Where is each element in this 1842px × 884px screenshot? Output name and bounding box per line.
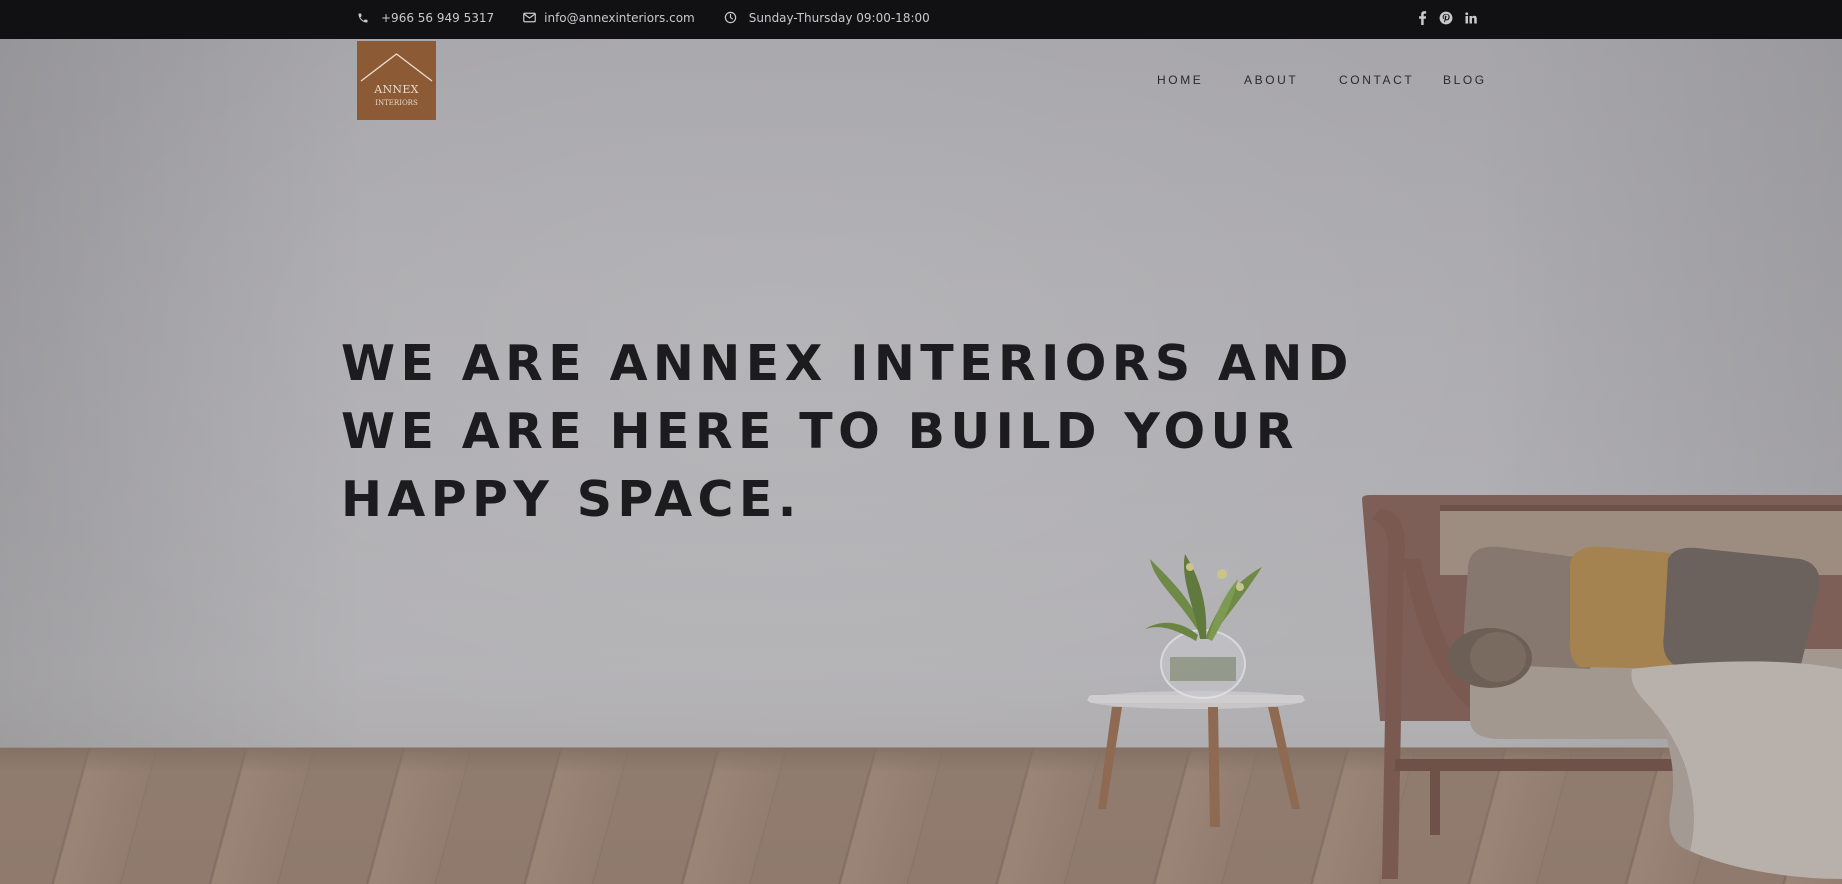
annex-interiors-logo[interactable]: ANNEX INTERIORS (357, 41, 436, 120)
business-hours: Sunday-Thursday 09:00-18:00 (724, 11, 930, 25)
phone-number: +966 56 949 5317 (381, 10, 495, 25)
pinterest-icon (1439, 11, 1453, 24)
logo-line-1: ANNEX (374, 83, 419, 96)
nav-contact[interactable]: CONTACT (1339, 73, 1414, 87)
top-bar: +966 56 949 5317 info@annexinteriors.com… (0, 0, 1842, 39)
rattan-sofa (1362, 495, 1842, 879)
headline-line-3: HAPPY SPACE. (341, 471, 802, 528)
hero-headline: WE ARE ANNEX INTERIORS AND WE ARE HERE T… (341, 330, 1441, 534)
nav-about[interactable]: ABOUT (1244, 73, 1298, 87)
clock-icon (724, 11, 736, 24)
linkedin-icon (1465, 11, 1477, 23)
hours-text: Sunday-Thursday 09:00-18:00 (748, 10, 930, 25)
plant-vase (1145, 554, 1262, 699)
pinterest-link[interactable] (1439, 11, 1453, 25)
social-links (1418, 0, 1489, 35)
linkedin-link[interactable] (1465, 11, 1477, 24)
logo-line-2: INTERIORS (375, 99, 418, 107)
phone-contact[interactable]: +966 56 949 5317 (357, 11, 494, 25)
contact-info: +966 56 949 5317 info@annexinteriors.com… (357, 0, 959, 35)
headline-line-2: WE ARE HERE TO BUILD YOUR (341, 403, 1299, 460)
envelope-icon (523, 12, 536, 23)
roof-icon (360, 53, 433, 82)
nav-home[interactable]: HOME (1157, 73, 1203, 87)
facebook-icon (1419, 10, 1427, 25)
email-address: info@annexinteriors.com (544, 10, 695, 25)
nav-blog[interactable]: BLOG (1443, 73, 1487, 87)
facebook-link[interactable] (1418, 10, 1427, 25)
side-table (1087, 691, 1305, 827)
email-contact[interactable]: info@annexinteriors.com (523, 11, 695, 25)
headline-line-1: WE ARE ANNEX INTERIORS AND (341, 335, 1354, 392)
phone-icon (358, 13, 368, 22)
